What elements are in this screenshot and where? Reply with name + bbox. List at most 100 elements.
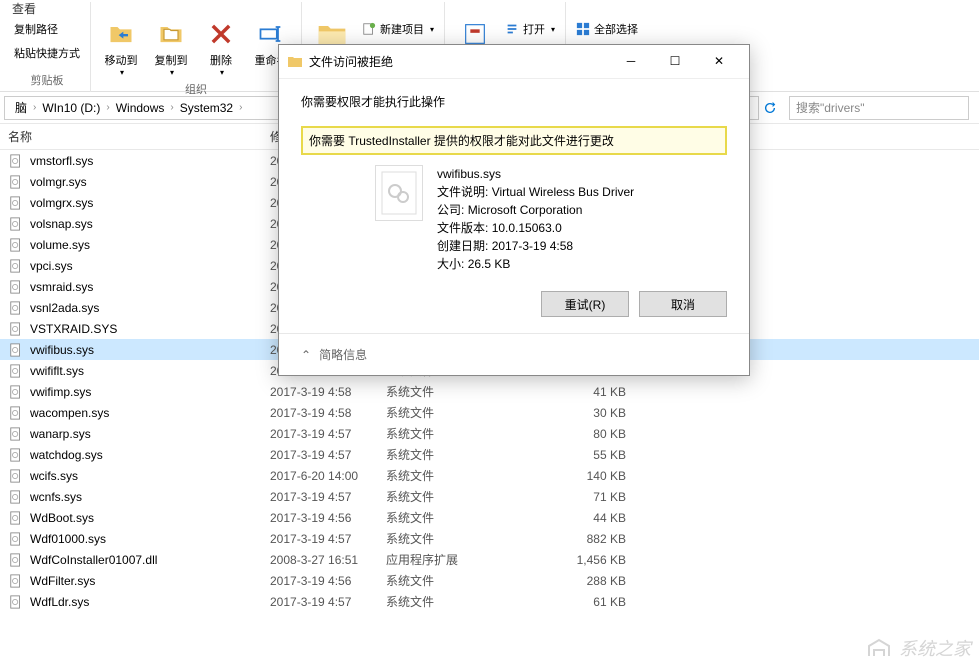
file-row[interactable]: WdfLdr.sys2017-3-19 4:57系统文件61 KB [0,591,979,612]
chevron-down-icon: ▾ [430,25,434,34]
chevron-down-icon: ▾ [170,68,174,77]
file-date: 2017-3-19 4:57 [270,427,386,441]
file-icon [8,468,24,484]
chevron-down-icon: ▾ [120,68,124,77]
chevron-right-icon[interactable]: › [33,102,36,113]
select-all-icon [576,22,590,36]
file-row[interactable]: wcifs.sys2017-6-20 14:00系统文件140 KB [0,465,979,486]
new-item-icon [362,22,376,36]
close-button[interactable]: ✕ [697,47,741,77]
file-name: WdfLdr.sys [30,595,270,609]
file-icon [8,279,24,295]
file-type: 系统文件 [386,572,536,589]
file-name: WdFilter.sys [30,574,270,588]
breadcrumb-item[interactable]: WIn10 (D:) [38,99,104,117]
brief-info-toggle[interactable]: ⌃ 简略信息 [279,333,749,375]
breadcrumb-item[interactable]: 脑 [11,97,31,118]
breadcrumb-item[interactable]: System32 [176,99,237,117]
file-type: 系统文件 [386,425,536,442]
file-icon [8,510,24,526]
file-name: VSTXRAID.SYS [30,322,270,336]
file-name: vsnl2ada.sys [30,301,270,315]
new-item-button[interactable]: 新建项目▾ [362,18,434,40]
file-name: volmgrx.sys [30,196,270,210]
select-all-button[interactable]: 全部选择 [576,18,638,40]
minimize-button[interactable]: ─ [609,47,653,77]
open-button[interactable]: 打开▾ [505,18,555,40]
file-name: volmgr.sys [30,175,270,189]
file-icon [8,216,24,232]
file-icon [8,405,24,421]
delete-button[interactable]: 删除▾ [197,16,245,79]
move-folder-icon [105,18,137,50]
file-date: 2017-3-19 4:57 [270,448,386,462]
file-size: 288 KB [536,574,636,588]
column-name[interactable]: 名称 [8,128,270,145]
maximize-button[interactable]: ☐ [653,47,697,77]
dialog-titlebar[interactable]: 文件访问被拒绝 ─ ☐ ✕ [279,45,749,79]
file-type: 应用程序扩展 [386,551,536,568]
file-date: 2017-3-19 4:58 [270,385,386,399]
file-icon [8,237,24,253]
chevron-right-icon[interactable]: › [170,102,173,113]
file-row[interactable]: watchdog.sys2017-3-19 4:57系统文件55 KB [0,444,979,465]
file-row[interactable]: wacompen.sys2017-3-19 4:58系统文件30 KB [0,402,979,423]
file-date: 2017-3-19 4:58 [270,406,386,420]
file-row[interactable]: wanarp.sys2017-3-19 4:57系统文件80 KB [0,423,979,444]
access-denied-dialog: 文件访问被拒绝 ─ ☐ ✕ 你需要权限才能执行此操作 你需要 TrustedIn… [278,44,750,376]
file-date: 2017-3-19 4:57 [270,490,386,504]
cancel-button[interactable]: 取消 [639,291,727,317]
file-icon [8,195,24,211]
file-row[interactable]: Wdf01000.sys2017-3-19 4:57系统文件882 KB [0,528,979,549]
file-row[interactable]: wcnfs.sys2017-3-19 4:57系统文件71 KB [0,486,979,507]
breadcrumb-item[interactable]: Windows [112,99,169,117]
file-name: vsmraid.sys [30,280,270,294]
dialog-permission-text: 你需要 TrustedInstaller 提供的权限才能对此文件进行更改 [301,126,727,155]
refresh-button[interactable] [759,96,781,120]
retry-button[interactable]: 重试(R) [541,291,629,317]
file-name: volume.sys [30,238,270,252]
search-input[interactable]: 搜索"drivers" [789,96,969,120]
file-name: vwifibus.sys [30,343,270,357]
file-size: 71 KB [536,490,636,504]
file-type: 系统文件 [386,404,536,421]
dialog-message: 你需要权限才能执行此操作 [301,93,727,110]
file-date: 2017-6-20 14:00 [270,469,386,483]
file-icon [8,426,24,442]
file-name: WdfCoInstaller01007.dll [30,553,270,567]
ribbon-group-organize: 移动到▾ 复制到▾ 删除▾ 重命名 组织 [91,2,302,92]
open-icon [505,22,519,36]
file-icon [8,342,24,358]
file-icon [8,384,24,400]
group-label: 剪贴板 [31,70,64,90]
chevron-up-icon: ⌃ [301,348,311,362]
file-row[interactable]: WdFilter.sys2017-3-19 4:56系统文件288 KB [0,570,979,591]
chevron-right-icon[interactable]: › [239,102,242,113]
file-name: watchdog.sys [30,448,270,462]
group-label: 组织 [185,79,207,99]
paste-shortcut-button[interactable]: 粘贴快捷方式 [14,42,80,64]
file-size: 80 KB [536,427,636,441]
file-icon [8,363,24,379]
file-row[interactable]: vwifimp.sys2017-3-19 4:58系统文件41 KB [0,381,979,402]
copy-path-button[interactable]: 复制路径 [14,18,80,40]
dialog-file-info: vwifibus.sys 文件说明: Virtual Wireless Bus … [301,165,727,273]
file-icon [8,552,24,568]
file-type: 系统文件 [386,509,536,526]
file-date: 2017-3-19 4:56 [270,511,386,525]
chevron-right-icon[interactable]: › [106,102,109,113]
chevron-down-icon: ▾ [220,68,224,77]
move-to-button[interactable]: 移动到▾ [97,16,145,79]
file-size: 61 KB [536,595,636,609]
file-icon [8,258,24,274]
file-row[interactable]: WdBoot.sys2017-3-19 4:56系统文件44 KB [0,507,979,528]
file-size: 30 KB [536,406,636,420]
file-type: 系统文件 [386,467,536,484]
file-icon [8,300,24,316]
file-name: Wdf01000.sys [30,532,270,546]
dialog-title: 文件访问被拒绝 [309,53,609,70]
file-row[interactable]: WdfCoInstaller01007.dll2008-3-27 16:51应用… [0,549,979,570]
file-size: 140 KB [536,469,636,483]
copy-to-button[interactable]: 复制到▾ [147,16,195,79]
file-icon [8,531,24,547]
